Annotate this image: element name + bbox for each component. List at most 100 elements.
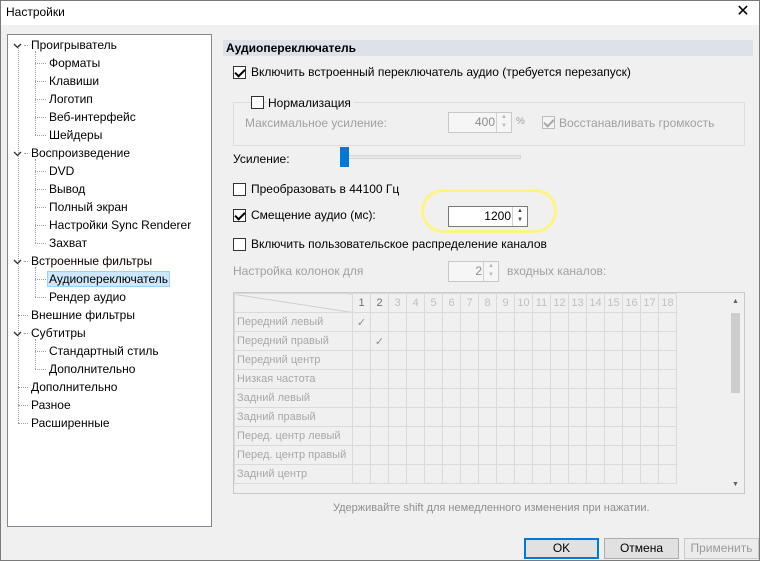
matrix-cell[interactable] <box>532 331 551 351</box>
matrix-cell[interactable] <box>568 388 587 408</box>
tree-item[interactable]: DVD <box>47 162 76 180</box>
matrix-cell[interactable] <box>496 407 515 427</box>
matrix-cell[interactable] <box>586 350 605 370</box>
matrix-cell[interactable] <box>496 350 515 370</box>
scroll-thumb[interactable] <box>731 313 740 393</box>
matrix-cell[interactable] <box>424 426 443 446</box>
check-icon[interactable]: ✓ <box>352 312 371 332</box>
spin-down-icon[interactable]: ▼ <box>497 122 511 131</box>
matrix-cell[interactable] <box>352 369 371 389</box>
matrix-cell[interactable] <box>352 350 371 370</box>
matrix-cell[interactable] <box>532 426 551 446</box>
tree-item[interactable]: Форматы <box>47 54 102 72</box>
matrix-cell[interactable] <box>640 407 659 427</box>
matrix-cell[interactable] <box>532 407 551 427</box>
matrix-cell[interactable] <box>496 331 515 351</box>
matrix-cell[interactable] <box>550 407 569 427</box>
tree-item[interactable]: Вывод <box>47 180 87 198</box>
matrix-cell[interactable] <box>568 426 587 446</box>
matrix-cell[interactable] <box>604 388 623 408</box>
matrix-cell[interactable] <box>460 464 479 484</box>
tree-group[interactable]: Встроенные фильтры <box>29 252 154 270</box>
matrix-cell[interactable] <box>640 331 659 351</box>
matrix-cell[interactable] <box>658 350 677 370</box>
matrix-cell[interactable] <box>550 464 569 484</box>
matrix-cell[interactable] <box>550 445 569 465</box>
matrix-cell[interactable] <box>460 312 479 332</box>
matrix-cell[interactable] <box>478 464 497 484</box>
matrix-cell[interactable] <box>586 388 605 408</box>
matrix-cell[interactable] <box>640 426 659 446</box>
matrix-cell[interactable] <box>568 331 587 351</box>
matrix-cell[interactable] <box>370 426 389 446</box>
matrix-cell[interactable] <box>460 445 479 465</box>
matrix-cell[interactable] <box>550 350 569 370</box>
chevron-down-icon[interactable] <box>13 41 22 50</box>
matrix-cell[interactable] <box>478 407 497 427</box>
matrix-cell[interactable] <box>388 388 407 408</box>
matrix-cell[interactable] <box>604 312 623 332</box>
restore-volume-checkbox[interactable] <box>542 116 555 129</box>
matrix-cell[interactable] <box>460 369 479 389</box>
speaker-config-spinner[interactable]: 2 ▲ ▼ <box>448 261 499 282</box>
matrix-cell[interactable] <box>568 312 587 332</box>
matrix-cell[interactable] <box>406 350 425 370</box>
matrix-cell[interactable] <box>406 445 425 465</box>
matrix-cell[interactable] <box>622 464 641 484</box>
matrix-cell[interactable] <box>532 312 551 332</box>
enable-switcher-checkbox[interactable] <box>233 66 246 79</box>
tree-item[interactable]: Рендер аудио <box>47 288 128 306</box>
matrix-cell[interactable] <box>406 388 425 408</box>
tree-item[interactable]: Стандартный стиль <box>47 342 161 360</box>
matrix-cell[interactable] <box>424 388 443 408</box>
matrix-cell[interactable] <box>442 464 461 484</box>
matrix-cell[interactable] <box>370 445 389 465</box>
tree-item[interactable]: Полный экран <box>47 198 130 216</box>
matrix-cell[interactable] <box>514 331 533 351</box>
matrix-cell[interactable] <box>586 464 605 484</box>
matrix-cell[interactable] <box>424 312 443 332</box>
tree-group[interactable]: Разное <box>29 396 73 414</box>
tree-group[interactable]: Внешние фильтры <box>29 306 137 324</box>
matrix-cell[interactable] <box>442 369 461 389</box>
matrix-cell[interactable] <box>532 350 551 370</box>
spin-down-icon[interactable]: ▼ <box>484 271 498 280</box>
chevron-down-icon[interactable] <box>13 329 22 338</box>
matrix-cell[interactable] <box>622 426 641 446</box>
tree-group[interactable]: Расширенные <box>29 414 112 432</box>
matrix-cell[interactable] <box>388 331 407 351</box>
matrix-cell[interactable] <box>388 350 407 370</box>
matrix-cell[interactable] <box>406 464 425 484</box>
matrix-cell[interactable] <box>586 331 605 351</box>
matrix-cell[interactable] <box>604 426 623 446</box>
matrix-cell[interactable] <box>586 445 605 465</box>
matrix-cell[interactable] <box>658 464 677 484</box>
matrix-cell[interactable] <box>370 464 389 484</box>
spin-up-icon[interactable]: ▲ <box>497 113 511 122</box>
check-icon[interactable]: ✓ <box>370 331 389 351</box>
apply-button[interactable]: Применить <box>684 538 759 559</box>
matrix-cell[interactable] <box>496 369 515 389</box>
matrix-cell[interactable] <box>658 388 677 408</box>
matrix-cell[interactable] <box>568 445 587 465</box>
matrix-cell[interactable] <box>388 426 407 446</box>
cancel-button[interactable]: Отмена <box>604 538 679 559</box>
matrix-cell[interactable] <box>604 331 623 351</box>
matrix-cell[interactable] <box>622 369 641 389</box>
matrix-cell[interactable] <box>514 350 533 370</box>
normalization-checkbox[interactable] <box>251 96 264 109</box>
ok-button[interactable]: OK <box>524 538 599 559</box>
matrix-cell[interactable] <box>622 350 641 370</box>
audio-offset-checkbox[interactable] <box>233 209 246 222</box>
matrix-cell[interactable] <box>550 331 569 351</box>
matrix-cell[interactable] <box>640 445 659 465</box>
matrix-cell[interactable] <box>550 369 569 389</box>
matrix-cell[interactable] <box>622 388 641 408</box>
matrix-cell[interactable] <box>586 312 605 332</box>
settings-tree[interactable]: Проигрыватель Форматы Клавиши Логотип Веб-ин… <box>7 34 212 527</box>
matrix-cell[interactable] <box>604 350 623 370</box>
matrix-cell[interactable] <box>352 331 371 351</box>
matrix-cell[interactable] <box>370 369 389 389</box>
tree-group[interactable]: Воспроизведение <box>29 144 132 162</box>
matrix-cell[interactable] <box>586 426 605 446</box>
